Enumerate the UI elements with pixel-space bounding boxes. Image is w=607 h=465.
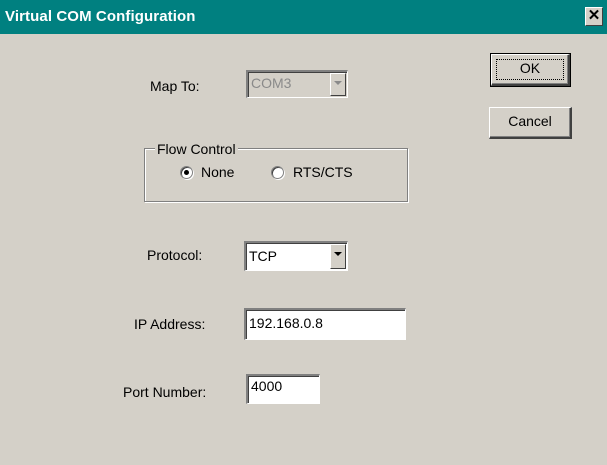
protocol-value: TCP xyxy=(249,248,277,264)
protocol-label: Protocol: xyxy=(147,247,203,263)
ip-address-field[interactable]: 192.168.0.8 xyxy=(244,308,406,340)
radio-flow-rtscts-label[interactable]: RTS/CTS xyxy=(293,164,353,180)
ok-button-label: OK xyxy=(519,60,541,76)
ip-address-value: 192.168.0.8 xyxy=(249,315,323,331)
map-to-value: COM3 xyxy=(251,75,292,91)
map-to-dropdown-arrow-icon[interactable] xyxy=(330,73,346,96)
title-bar[interactable]: Virtual COM Configuration ✕ xyxy=(0,0,607,34)
virtual-com-dialog: Virtual COM Configuration ✕ Map To: COM3… xyxy=(0,0,607,465)
protocol-dropdown-arrow-icon[interactable] xyxy=(330,244,346,269)
ok-button[interactable]: OK xyxy=(490,53,571,87)
close-button[interactable]: ✕ xyxy=(585,7,603,26)
map-to-label: Map To: xyxy=(150,78,200,94)
map-to-combobox[interactable]: COM3 xyxy=(246,70,348,98)
port-number-value: 4000 xyxy=(251,378,283,394)
flow-control-legend: Flow Control xyxy=(155,141,238,157)
radio-flow-none-label[interactable]: None xyxy=(201,164,234,180)
radio-flow-none[interactable] xyxy=(180,166,193,179)
port-number-label: Port Number: xyxy=(123,384,207,400)
cancel-button-label: Cancel xyxy=(508,113,552,129)
port-number-field[interactable]: 4000 xyxy=(246,374,320,404)
close-icon: ✕ xyxy=(587,7,601,24)
ip-address-label: IP Address: xyxy=(134,316,206,332)
cancel-button[interactable]: Cancel xyxy=(489,107,572,139)
protocol-combobox[interactable]: TCP xyxy=(244,241,348,271)
window-title: Virtual COM Configuration xyxy=(5,8,196,25)
radio-flow-rtscts[interactable] xyxy=(271,166,284,179)
